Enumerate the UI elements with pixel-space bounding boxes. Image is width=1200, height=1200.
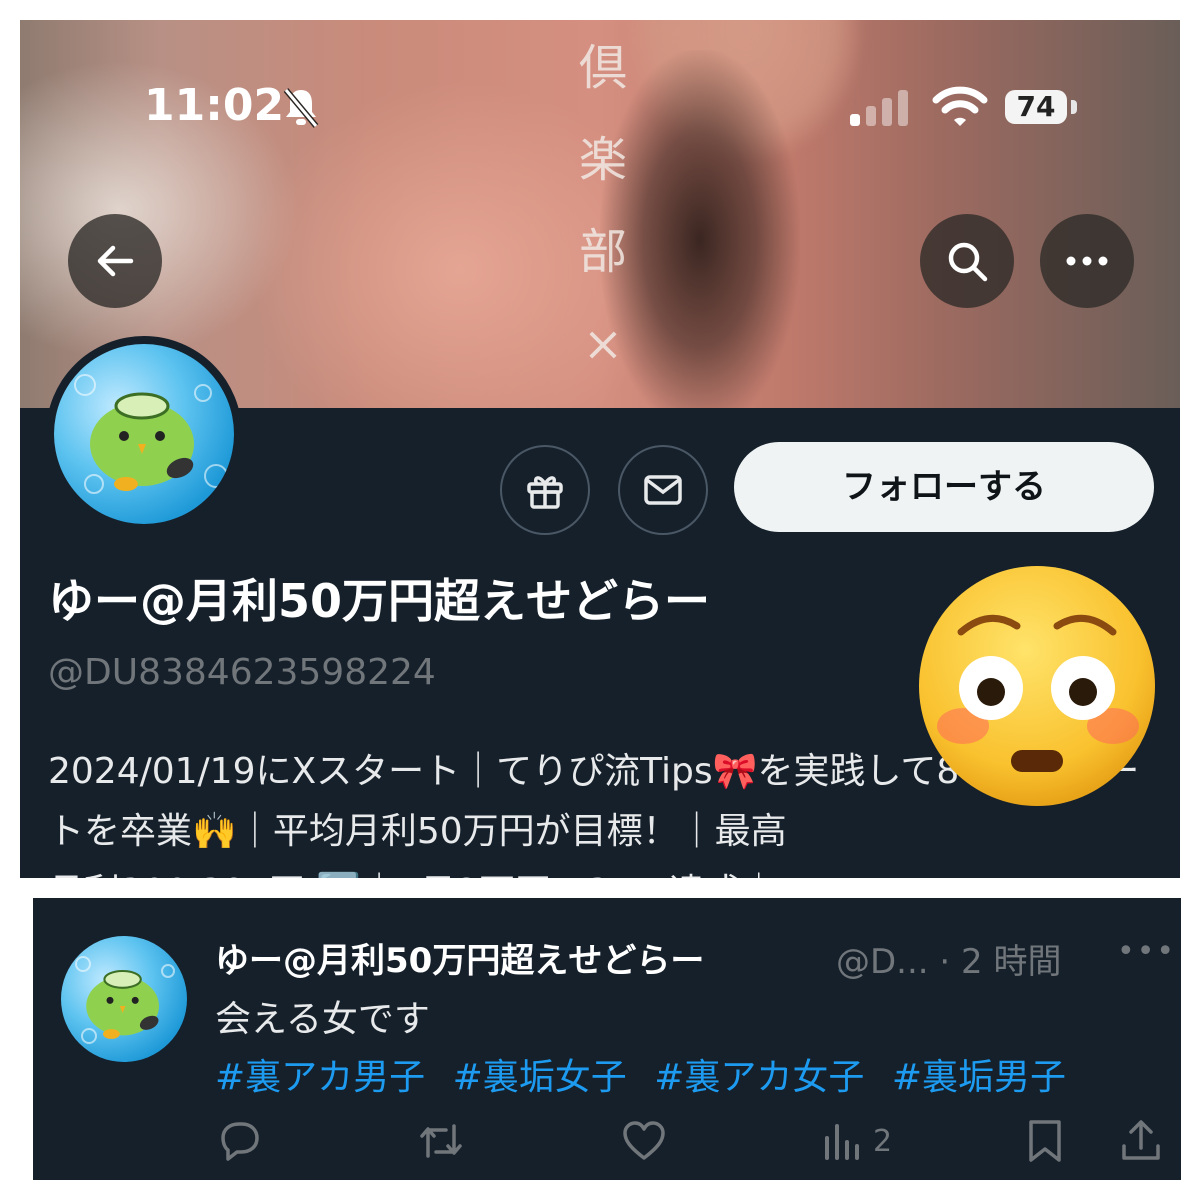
mail-icon bbox=[644, 475, 682, 505]
views-button[interactable]: 2 bbox=[821, 1118, 892, 1164]
kappa-mascot-icon bbox=[90, 392, 194, 491]
tweet-more-button[interactable]: ••• bbox=[1117, 934, 1176, 969]
profile-screenshot: 倶 楽 部 × ひ 11:02 74 bbox=[20, 20, 1180, 878]
share-icon bbox=[1122, 1120, 1160, 1160]
flushed-face-emoji-icon bbox=[919, 566, 1155, 806]
retweet-icon bbox=[420, 1124, 462, 1158]
message-button[interactable] bbox=[618, 445, 708, 535]
tweet-handle-time: @D... · 2 時間 bbox=[836, 942, 1062, 982]
arrow-left-icon bbox=[97, 245, 134, 277]
wifi-icon bbox=[932, 86, 988, 126]
search-button[interactable] bbox=[920, 214, 1014, 308]
reply-icon bbox=[221, 1122, 259, 1161]
more-options-button[interactable] bbox=[1040, 214, 1134, 308]
hashtag-link[interactable]: #裏アカ男子 bbox=[215, 1057, 425, 1098]
battery-indicator: 74 bbox=[1005, 90, 1067, 124]
profile-handle: @DU8384623598224 bbox=[48, 652, 436, 693]
views-count: 2 bbox=[873, 1123, 893, 1159]
profile-display-name: ゆー@月利50万円超えせどらー bbox=[48, 574, 711, 628]
cellular-signal-icon bbox=[850, 90, 908, 126]
heart-icon bbox=[623, 1121, 665, 1160]
status-time: 11:02 bbox=[144, 80, 285, 131]
reply-button[interactable] bbox=[217, 1118, 263, 1164]
banner-vertical-text: 倶 楽 部 × ひ bbox=[578, 40, 627, 372]
battery-tip bbox=[1071, 100, 1077, 114]
tweet-avatar[interactable] bbox=[61, 936, 187, 1062]
back-button[interactable] bbox=[68, 214, 162, 308]
like-button[interactable] bbox=[621, 1118, 667, 1164]
profile-bio-line3: 月利300,391円 🆙｜1日2万円〜3〜4達成｜フォロー bbox=[48, 863, 921, 878]
bell-muted-icon bbox=[283, 88, 319, 128]
tweet-author-name[interactable]: ゆー@月利50万円超えせどらー bbox=[215, 933, 704, 982]
gift-button[interactable] bbox=[500, 445, 590, 535]
tweet-hashtags: #裏アカ男子 #裏垢女子 #裏アカ女子 #裏垢男子 bbox=[215, 1048, 1082, 1100]
search-icon bbox=[948, 242, 988, 282]
tweet-screenshot: ゆー@月利50万円超えせどらー @D... · 2 時間 ••• 会える女です … bbox=[33, 898, 1181, 1180]
follow-button[interactable]: フォローする bbox=[734, 442, 1154, 532]
bookmark-icon bbox=[1029, 1120, 1061, 1162]
retweet-button[interactable] bbox=[416, 1118, 466, 1164]
hashtag-link[interactable]: #裏垢女子 bbox=[453, 1057, 627, 1098]
bookmark-button[interactable] bbox=[1025, 1118, 1065, 1164]
gift-icon bbox=[527, 476, 563, 509]
profile-avatar[interactable] bbox=[46, 336, 242, 532]
kappa-mascot-icon bbox=[86, 969, 159, 1039]
hashtag-link[interactable]: #裏垢男子 bbox=[892, 1057, 1066, 1098]
tweet-text: 会える女です bbox=[215, 999, 430, 1040]
share-button[interactable] bbox=[1119, 1118, 1163, 1164]
hashtag-link[interactable]: #裏アカ女子 bbox=[654, 1057, 864, 1098]
more-dots-icon bbox=[1066, 256, 1108, 266]
analytics-icon bbox=[825, 1124, 859, 1160]
